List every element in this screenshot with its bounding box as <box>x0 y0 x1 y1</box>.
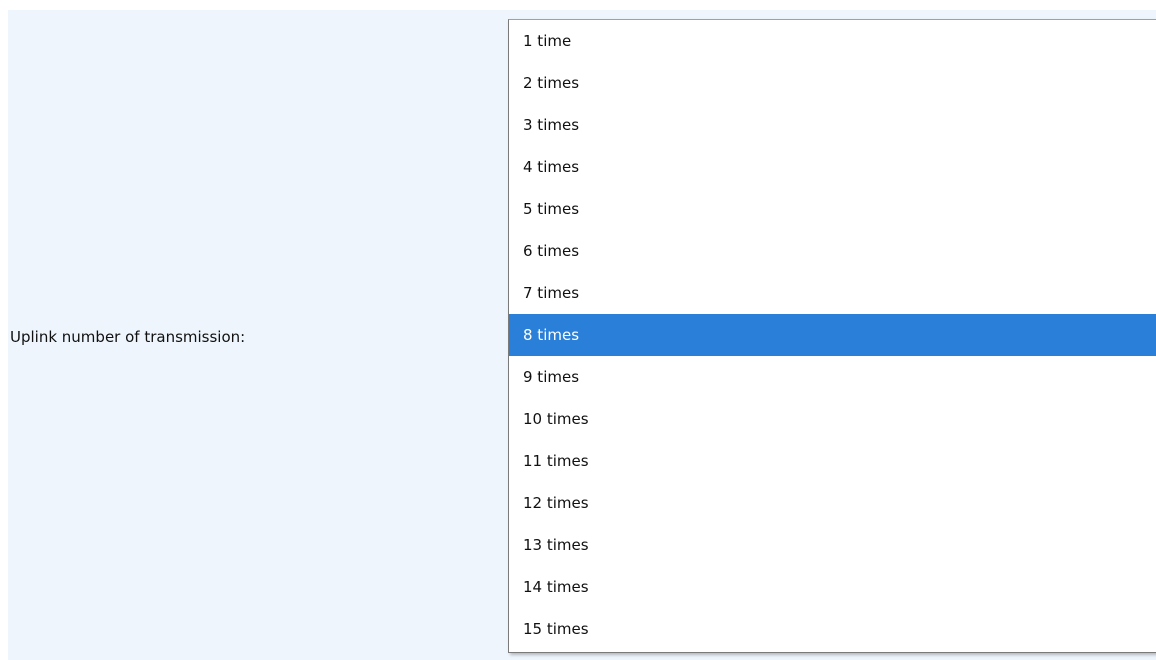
option-11-times[interactable]: 11 times <box>509 440 1156 482</box>
option-4-times[interactable]: 4 times <box>509 146 1156 188</box>
option-12-times[interactable]: 12 times <box>509 482 1156 524</box>
option-15-times[interactable]: 15 times <box>509 608 1156 650</box>
option-6-times[interactable]: 6 times <box>509 230 1156 272</box>
option-13-times[interactable]: 13 times <box>509 524 1156 566</box>
option-8-times[interactable]: 8 times <box>509 314 1156 356</box>
option-5-times[interactable]: 5 times <box>509 188 1156 230</box>
option-9-times[interactable]: 9 times <box>509 356 1156 398</box>
option-2-times[interactable]: 2 times <box>509 62 1156 104</box>
option-7-times[interactable]: 7 times <box>509 272 1156 314</box>
option-14-times[interactable]: 14 times <box>509 566 1156 608</box>
transmission-count-dropdown-list[interactable]: 1 time 2 times 3 times 4 times 5 times 6… <box>508 19 1156 653</box>
option-10-times[interactable]: 10 times <box>509 398 1156 440</box>
option-1-time[interactable]: 1 time <box>509 20 1156 62</box>
option-3-times[interactable]: 3 times <box>509 104 1156 146</box>
uplink-transmission-label: Uplink number of transmission: <box>10 328 246 346</box>
